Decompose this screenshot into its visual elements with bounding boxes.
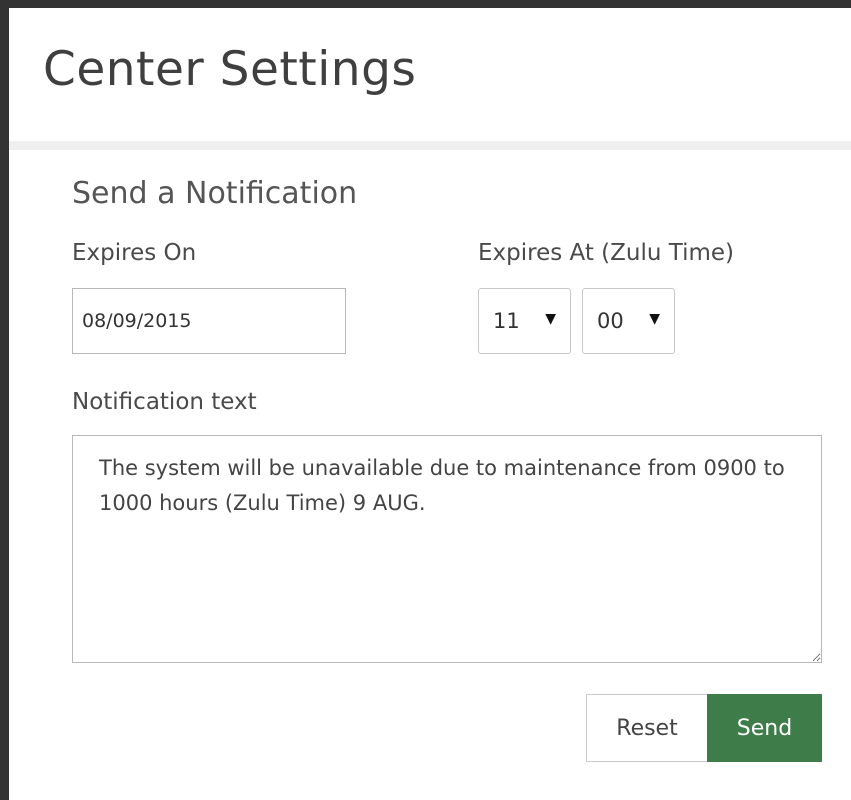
page-title: Center Settings	[43, 42, 417, 97]
expires-minute-value: 00	[597, 309, 624, 333]
expires-at-label: Expires At (Zulu Time)	[478, 240, 735, 266]
expires-hour-value: 11	[493, 309, 520, 333]
expires-on-label: Expires On	[72, 240, 197, 266]
caret-down-icon: ▼	[649, 311, 660, 327]
caret-down-icon: ▼	[545, 311, 556, 327]
window-left-border	[0, 0, 9, 800]
page-header: Center Settings	[9, 8, 851, 141]
window-top-border	[0, 0, 851, 8]
expires-minute-select[interactable]: 00 ▼	[582, 288, 675, 354]
expires-hour-select[interactable]: 11 ▼	[478, 288, 571, 354]
expires-on-date-input[interactable]	[72, 288, 346, 354]
section-title: Send a Notification	[72, 176, 358, 211]
notification-textarea[interactable]: The system will be unavailable due to ma…	[72, 435, 822, 663]
send-button[interactable]: Send	[707, 694, 822, 762]
reset-button[interactable]: Reset	[586, 694, 708, 762]
notification-text-label: Notification text	[72, 389, 257, 415]
header-divider	[9, 141, 851, 150]
